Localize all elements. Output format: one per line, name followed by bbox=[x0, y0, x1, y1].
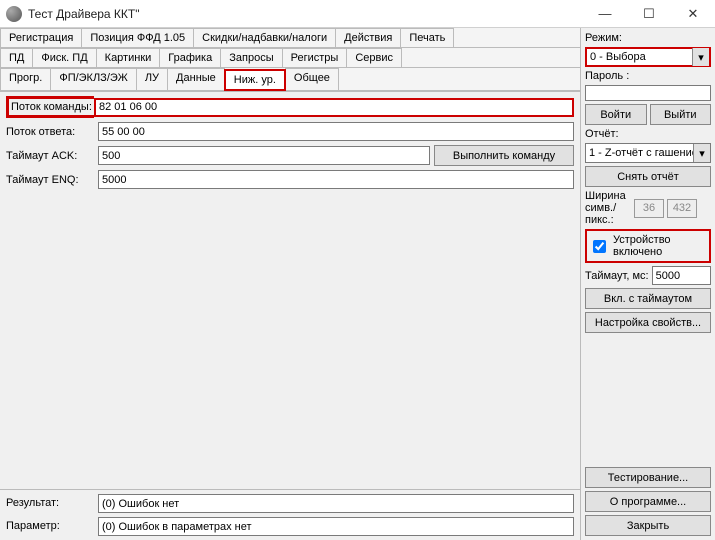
timeout-ms-label: Таймаут, мс: bbox=[585, 270, 649, 282]
tab-fisk-pd[interactable]: Фиск. ПД bbox=[32, 48, 96, 67]
properties-button[interactable]: Настройка свойств... bbox=[585, 312, 711, 333]
device-on-label: Устройство включено bbox=[613, 234, 707, 258]
mode-label: Режим: bbox=[585, 32, 711, 44]
report-combo-value: 1 - Z-отчёт с гашение bbox=[586, 147, 693, 159]
tab-print[interactable]: Печать bbox=[400, 28, 454, 47]
tab-registration[interactable]: Регистрация bbox=[0, 28, 82, 47]
tab-actions[interactable]: Действия bbox=[335, 28, 401, 47]
close-window-button[interactable]: ✕ bbox=[671, 0, 715, 28]
tab-service[interactable]: Сервис bbox=[346, 48, 402, 67]
mode-combo[interactable]: 0 - Выбора ▾ bbox=[585, 47, 711, 67]
about-button[interactable]: О программе... bbox=[585, 491, 711, 512]
report-label: Отчёт: bbox=[585, 128, 711, 140]
on-with-timeout-button[interactable]: Вкл. с таймаутом bbox=[585, 288, 711, 309]
tab-low-level[interactable]: Ниж. ур. bbox=[224, 69, 286, 91]
width-px bbox=[667, 199, 697, 218]
tab-position-ffd[interactable]: Позиция ФФД 1.05 bbox=[81, 28, 194, 47]
tab-data[interactable]: Данные bbox=[167, 68, 225, 90]
device-on-checkbox[interactable] bbox=[593, 240, 606, 253]
timeout-ms-input[interactable] bbox=[652, 266, 711, 285]
tab-stack: Регистрация Позиция ФФД 1.05 Скидки/надб… bbox=[0, 28, 580, 92]
tab-progr[interactable]: Прогр. bbox=[0, 68, 51, 90]
tab-pictures[interactable]: Картинки bbox=[96, 48, 161, 67]
cmd-stream-input[interactable] bbox=[94, 98, 574, 117]
take-report-button[interactable]: Снять отчёт bbox=[585, 166, 711, 187]
password-label: Пароль : bbox=[585, 70, 711, 82]
tab-pd[interactable]: ПД bbox=[0, 48, 33, 67]
report-combo[interactable]: 1 - Z-отчёт с гашение ▾ bbox=[585, 143, 711, 163]
width-label: Ширина симв./пикс.: bbox=[585, 190, 631, 226]
tab-registers[interactable]: Регистры bbox=[282, 48, 348, 67]
param-label: Параметр: bbox=[6, 520, 94, 532]
close-button[interactable]: Закрыть bbox=[585, 515, 711, 536]
tab-queries[interactable]: Запросы bbox=[220, 48, 282, 67]
mode-combo-value: 0 - Выбора bbox=[587, 51, 692, 63]
resp-stream-label: Поток ответа: bbox=[6, 126, 94, 138]
tab-general[interactable]: Общее bbox=[285, 68, 339, 90]
chevron-down-icon[interactable]: ▾ bbox=[692, 48, 709, 66]
minimize-button[interactable]: — bbox=[583, 0, 627, 28]
param-value bbox=[98, 517, 574, 536]
chevron-down-icon[interactable]: ▾ bbox=[693, 144, 710, 162]
result-label: Результат: bbox=[6, 497, 94, 509]
timeout-ack-label: Таймаут ACK: bbox=[6, 150, 94, 162]
execute-command-button[interactable]: Выполнить команду bbox=[434, 145, 574, 166]
tab-graphics[interactable]: Графика bbox=[159, 48, 221, 67]
tab-fp-eklz[interactable]: ФП/ЭКЛЗ/ЭЖ bbox=[50, 68, 137, 90]
logout-button[interactable]: Выйти bbox=[650, 104, 712, 125]
window-title: Тест Драйвера ККТ" bbox=[28, 7, 583, 21]
maximize-button[interactable]: ☐ bbox=[627, 0, 671, 28]
tab-discounts[interactable]: Скидки/надбавки/налоги bbox=[193, 28, 336, 47]
cmd-stream-label: Поток команды: bbox=[6, 96, 94, 118]
resp-stream-input[interactable] bbox=[98, 122, 574, 141]
tab-lu[interactable]: ЛУ bbox=[136, 68, 168, 90]
status-area: Результат: Параметр: bbox=[0, 489, 580, 540]
width-chars bbox=[634, 199, 664, 218]
timeout-enq-input[interactable] bbox=[98, 170, 574, 189]
app-icon bbox=[6, 6, 22, 22]
password-input[interactable] bbox=[585, 85, 711, 101]
timeout-ack-input[interactable] bbox=[98, 146, 430, 165]
main-panel: Поток команды: Поток ответа: Таймаут ACK… bbox=[0, 92, 580, 489]
side-panel: Режим: 0 - Выбора ▾ Пароль : Войти Выйти… bbox=[580, 28, 715, 540]
titlebar: Тест Драйвера ККТ" — ☐ ✕ bbox=[0, 0, 715, 28]
testing-button[interactable]: Тестирование... bbox=[585, 467, 711, 488]
result-value bbox=[98, 494, 574, 513]
login-button[interactable]: Войти bbox=[585, 104, 647, 125]
timeout-enq-label: Таймаут ENQ: bbox=[6, 174, 94, 186]
